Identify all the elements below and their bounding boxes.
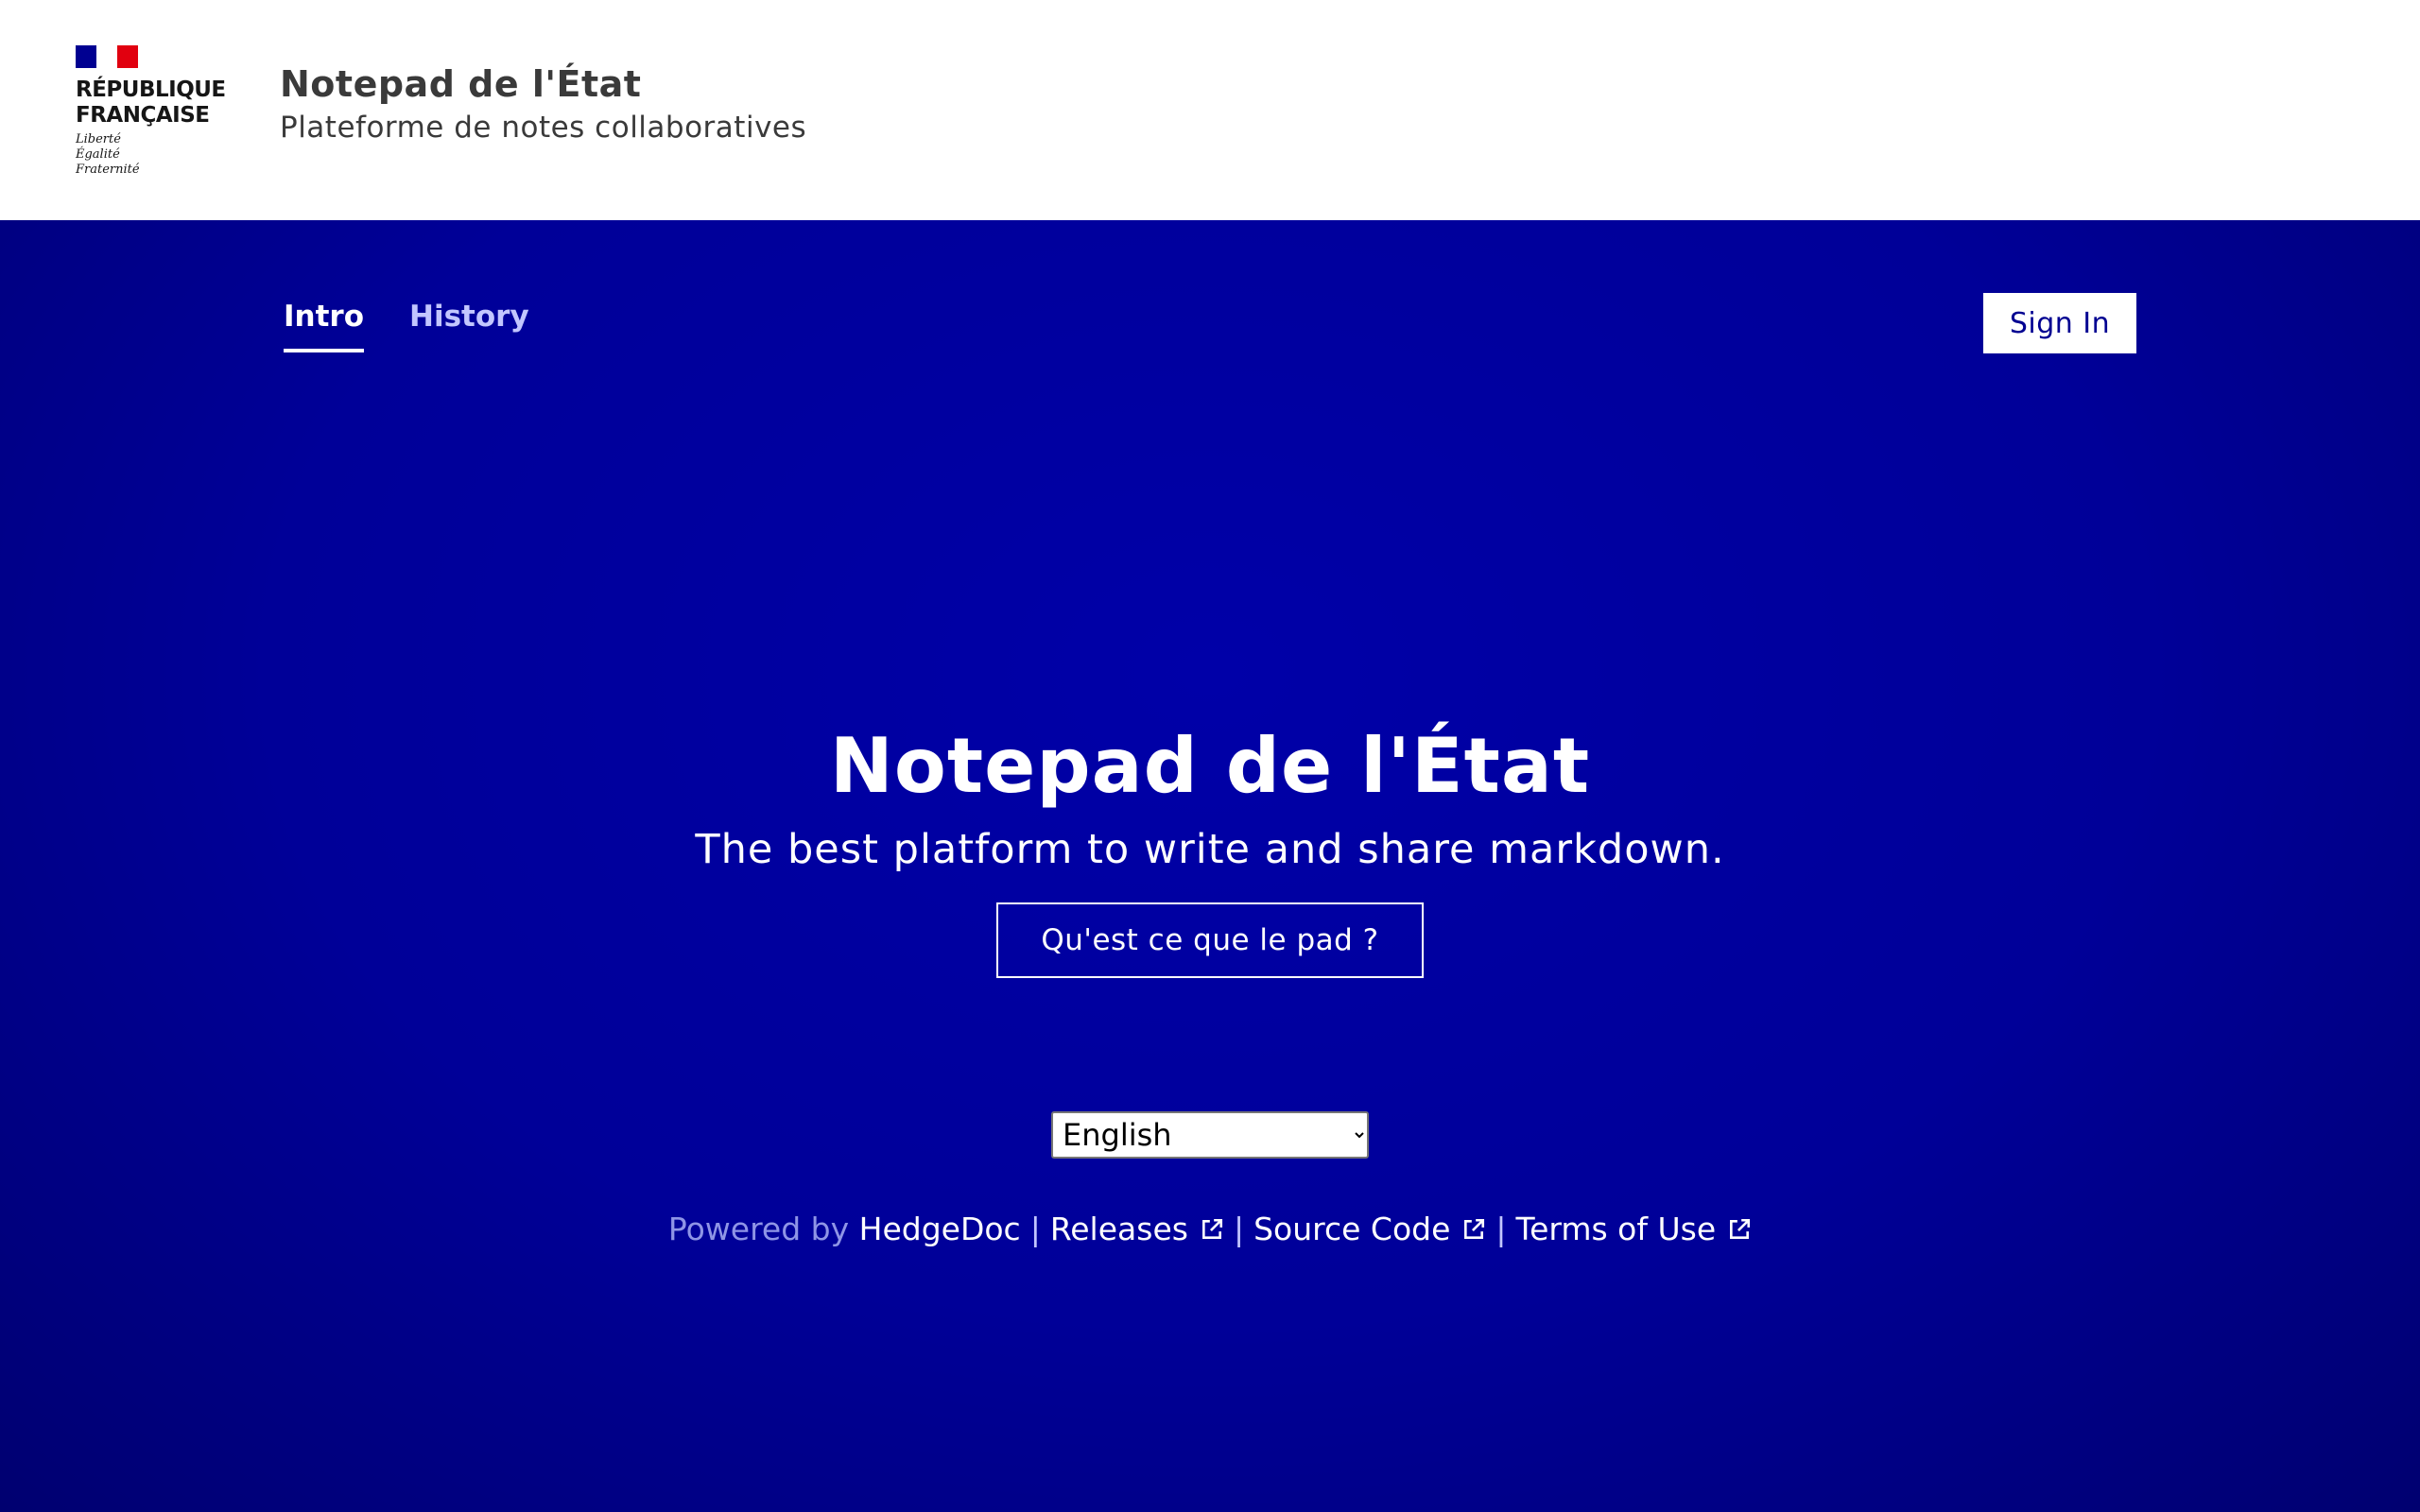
language-select[interactable]: English xyxy=(1051,1111,1369,1159)
logo-line-1: RÉPUBLIQUE xyxy=(76,77,226,102)
separator: | xyxy=(1495,1211,1507,1247)
terms-label: Terms of Use xyxy=(1515,1211,1717,1247)
separator: | xyxy=(1233,1211,1245,1247)
site-header: RÉPUBLIQUE FRANÇAISE Liberté Égalité Fra… xyxy=(0,0,2420,220)
external-link-icon xyxy=(1730,1218,1751,1239)
releases-link[interactable]: Releases xyxy=(1050,1211,1224,1247)
external-link-icon xyxy=(1464,1218,1485,1239)
motto-egalite: Égalité xyxy=(76,147,120,162)
logo-line-2: FRANÇAISE xyxy=(76,103,210,128)
external-link-icon xyxy=(1201,1218,1223,1239)
republique-francaise-logo[interactable]: RÉPUBLIQUE FRANÇAISE Liberté Égalité Fra… xyxy=(76,45,227,178)
sign-in-button[interactable]: Sign In xyxy=(1983,293,2136,353)
hero-section: Notepad de l'État The best platform to w… xyxy=(0,721,2420,978)
terms-of-use-link[interactable]: Terms of Use xyxy=(1516,1211,1753,1247)
service-title-block[interactable]: Notepad de l'État Plateforme de notes co… xyxy=(280,62,806,146)
powered-by-text: Powered by xyxy=(667,1211,850,1247)
releases-label: Releases xyxy=(1049,1211,1188,1247)
what-is-pad-button[interactable]: Qu'est ce que le pad ? xyxy=(996,902,1424,978)
source-code-label: Source Code xyxy=(1253,1211,1451,1247)
motto-liberte: Liberté xyxy=(76,132,121,146)
tab-intro[interactable]: Intro xyxy=(284,298,365,352)
source-code-link[interactable]: Source Code xyxy=(1253,1211,1486,1247)
nav-tabs: Intro History xyxy=(284,298,575,352)
tab-history[interactable]: History xyxy=(409,298,529,352)
main-area: Intro History Sign In Notepad de l'État … xyxy=(0,220,2420,1512)
hedgedoc-link[interactable]: HedgeDoc xyxy=(859,1211,1021,1247)
footer-links: Powered by HedgeDoc | Releases | Source Code… xyxy=(0,1209,2420,1250)
french-flag-icon xyxy=(76,45,138,68)
service-title[interactable]: Notepad de l'État xyxy=(280,62,806,106)
separator: | xyxy=(1029,1211,1041,1247)
motto-fraternite: Fraternité xyxy=(76,163,140,177)
logo-motto: Liberté Égalité Fraternité xyxy=(76,132,227,178)
hero-title: Notepad de l'État xyxy=(829,722,1591,810)
hero-subtitle: The best platform to write and share mar… xyxy=(695,826,1725,873)
service-tagline: Plateforme de notes collaboratives xyxy=(280,111,807,145)
